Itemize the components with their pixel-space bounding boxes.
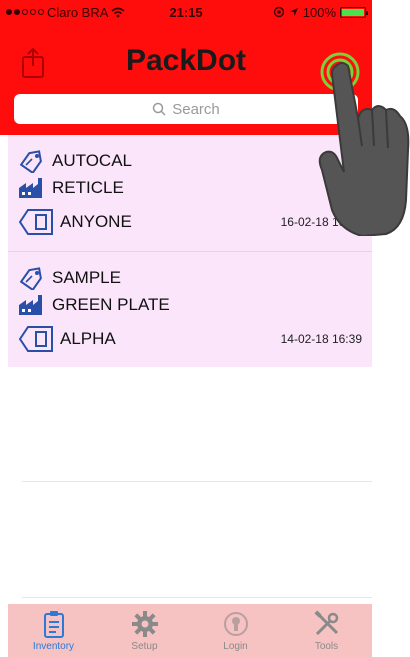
tab-bar: Inventory Setup Login Tools xyxy=(8,604,372,657)
item-name: AUTOCAL xyxy=(52,151,132,170)
tab-tools[interactable]: Tools xyxy=(281,604,372,657)
status-left: Claro BRA xyxy=(6,5,125,20)
status-right: 100% xyxy=(273,4,368,20)
item-date: 14-02-18 16:39 xyxy=(280,332,362,346)
item-location-row: GREEN PLATE xyxy=(18,294,170,316)
tag-icon xyxy=(19,267,42,290)
pointing-hand-icon xyxy=(318,62,410,236)
item-name: SAMPLE xyxy=(52,268,121,287)
item-name-row: SAMPLE xyxy=(18,266,121,290)
item-user: ANYONE xyxy=(60,212,132,231)
item-user-row: ALPHA xyxy=(18,325,116,353)
tools-icon xyxy=(313,610,338,636)
tab-label: Setup xyxy=(131,641,158,652)
factory-icon xyxy=(19,178,42,198)
user-card-icon xyxy=(18,209,53,235)
item-user: ALPHA xyxy=(60,329,116,348)
item-location: RETICLE xyxy=(52,178,124,197)
empty-row-divider xyxy=(22,481,372,482)
status-bar: Claro BRA 21:15 100% xyxy=(0,0,372,24)
search-placeholder: Search xyxy=(172,100,220,118)
item-location-row: RETICLE xyxy=(18,177,124,199)
tab-setup[interactable]: Setup xyxy=(99,604,190,657)
battery-percent: 100% xyxy=(302,4,336,20)
clipboard-icon xyxy=(43,611,64,638)
list-item[interactable]: SAMPLE GREEN PLATE ALPHA 14-02-18 16:39 xyxy=(8,251,372,367)
battery-icon xyxy=(340,6,368,18)
carrier-label: Claro BRA xyxy=(47,4,109,20)
tab-label: Login xyxy=(223,641,248,652)
tab-inventory[interactable]: Inventory xyxy=(8,604,99,657)
battery-level xyxy=(342,8,364,16)
empty-row-divider xyxy=(22,597,372,598)
tab-label: Tools xyxy=(314,641,339,652)
gear-icon xyxy=(131,611,158,637)
wifi-icon xyxy=(111,7,125,17)
item-location: GREEN PLATE xyxy=(52,295,170,314)
factory-icon xyxy=(19,295,42,315)
item-name-row: AUTOCAL xyxy=(18,149,132,173)
search-icon xyxy=(152,102,166,116)
user-card-icon xyxy=(18,326,53,352)
signal-icon xyxy=(6,9,44,15)
tag-icon xyxy=(19,150,42,173)
rotation-lock-icon xyxy=(273,6,284,18)
login-icon xyxy=(223,612,248,636)
tab-login[interactable]: Login xyxy=(190,604,281,657)
tab-label: Inventory xyxy=(32,641,75,652)
search-input[interactable]: Search xyxy=(14,94,358,124)
item-user-row: ANYONE xyxy=(18,208,132,236)
location-icon xyxy=(289,8,298,16)
